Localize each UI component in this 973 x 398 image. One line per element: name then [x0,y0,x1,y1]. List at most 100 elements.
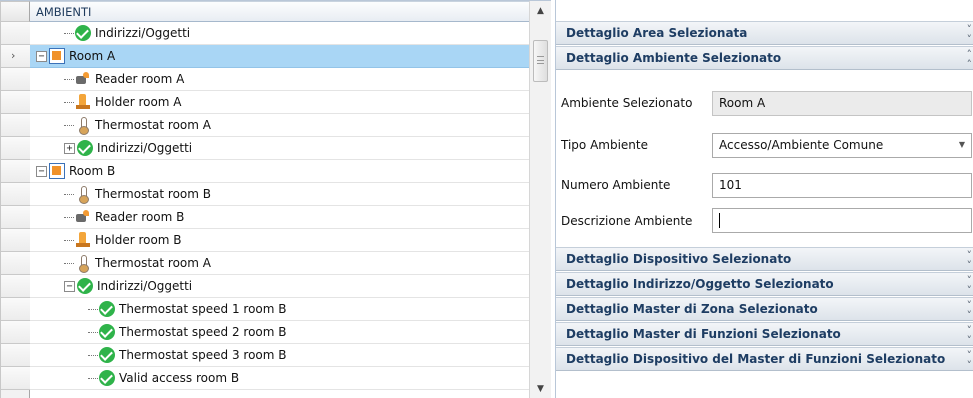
tree-node[interactable]: Thermostat speed 3 room B [88,344,287,366]
tree-row[interactable]: Reader room A [30,68,529,91]
tree-node[interactable]: − Room B [36,160,115,182]
tree-row[interactable]: − Room B [30,160,529,183]
tree-connector [64,78,74,80]
tree-row[interactable]: Holder room B [30,229,529,252]
column-header-ambienti[interactable]: AMBIENTI [30,1,529,22]
tree-node[interactable]: Thermostat room A [64,252,211,274]
tree-row[interactable]: Holder room A [30,91,529,114]
row-header-cell[interactable] [1,367,30,390]
check-icon [99,347,115,363]
chevron-double-down-icon[interactable]: ˅ ˅ [967,275,972,296]
tree-connector [64,32,74,34]
row-header-cell[interactable] [1,114,30,137]
row-header-cell[interactable] [1,252,30,275]
tree-node[interactable]: Holder room B [64,229,182,251]
tree-row[interactable]: Thermostat speed 1 room B [30,298,529,321]
expand-node-icon[interactable]: + [64,142,75,154]
tree-node-label: Reader room A [95,72,185,86]
tree-node[interactable]: Thermostat speed 2 room B [88,321,287,343]
row-header-cell[interactable] [1,22,30,45]
row-header-cell[interactable] [1,91,30,114]
tipo-ambiente-value: Accesso/Ambiente Comune [719,138,884,152]
tree-connector [88,308,98,310]
room-icon [49,48,65,64]
column-header-label: AMBIENTI [36,5,92,19]
tree-row[interactable]: Thermostat room A [30,114,529,137]
tree-connector [64,216,74,218]
chevron-double-down-icon[interactable]: ˅ ˅ [967,350,972,371]
check-icon [99,370,115,386]
ambiente-selezionato-label: Ambiente Selezionato [561,96,693,110]
row-header-cell[interactable] [1,137,30,160]
tree-row[interactable]: + Indirizzi/Oggetti [30,137,529,160]
collapse-node-icon[interactable]: − [64,280,75,292]
tree-node-label: Thermostat speed 1 room B [119,302,287,316]
tree-vertical-scrollbar[interactable]: ▲ ▼ [529,1,551,398]
collapse-node-icon[interactable]: − [36,165,47,177]
tree-node[interactable]: − Indirizzi/Oggetti [64,275,192,297]
tree-node[interactable]: + Indirizzi/Oggetti [64,137,192,159]
holder-icon [75,232,91,248]
row-header-cell[interactable] [1,298,30,321]
row-header-cell[interactable] [1,229,30,252]
tree-node[interactable]: Reader room A [64,68,184,90]
scroll-up-arrow-icon[interactable]: ▲ [530,1,551,21]
tree-node-label: Thermostat speed 3 room B [119,348,287,362]
tree-node[interactable]: Reader room B [64,206,184,228]
chevron-double-down-icon[interactable]: ˅ ˅ [967,300,972,321]
section-ambiente-header[interactable]: Dettaglio Ambiente Selezionato ˄ ˄ [556,46,973,70]
tree-node-label: Room A [69,49,116,63]
collapsed-section-header[interactable]: Dettaglio Dispositivo del Master di Funz… [556,347,973,371]
check-icon [77,278,93,294]
grid-corner-cell [0,1,30,22]
row-header-cell[interactable] [1,160,30,183]
row-header-cell[interactable] [1,68,30,91]
descrizione-ambiente-label: Descrizione Ambiente [561,214,693,228]
tree-node[interactable]: Holder room A [64,91,182,113]
tree-row[interactable]: Thermostat speed 3 room B [30,344,529,367]
collapsed-section-header[interactable]: Dettaglio Master di Zona Selezionato ˅ ˅ [556,297,973,321]
tree-row[interactable]: Thermostat speed 2 room B [30,321,529,344]
section-area-title: Dettaglio Area Selezionata [566,26,748,40]
descrizione-ambiente-input[interactable] [712,208,972,233]
tree-row[interactable]: Indirizzi/Oggetti [30,22,529,45]
tree-node[interactable]: Valid access room B [88,367,239,389]
chevron-double-down-icon[interactable]: ˅ ˅ [967,325,972,346]
tree-node-label: Thermostat room A [95,118,211,132]
collapsed-section-header[interactable]: Dettaglio Indirizzo/Oggetto Selezionato ˅… [556,272,973,296]
tree-node[interactable]: Indirizzi/Oggetti [64,22,190,44]
dropdown-arrow-icon[interactable]: ▼ [959,140,965,149]
tree-row[interactable]: Valid access room B [30,367,529,390]
numero-ambiente-label: Numero Ambiente [561,178,671,192]
collapsed-section-header[interactable]: Dettaglio Master di Funzioni Selezionato… [556,322,973,346]
tree-connector [64,239,74,241]
tree-row[interactable]: Thermostat room A [30,252,529,275]
text-caret [719,213,720,228]
row-header-cell[interactable] [1,321,30,344]
numero-ambiente-input[interactable]: 101 [712,173,972,198]
collapse-node-icon[interactable]: − [36,50,47,62]
row-header-cell[interactable] [1,183,30,206]
row-header-cell[interactable] [1,275,30,298]
row-header-cell[interactable] [1,344,30,367]
tree-node[interactable]: Thermostat speed 1 room B [88,298,287,320]
tree-row[interactable]: Thermostat room B [30,183,529,206]
collapsed-section-header[interactable]: Dettaglio Dispositivo Selezionato ˅ ˅ [556,247,973,271]
row-header-cell[interactable]: › [1,45,30,68]
tipo-ambiente-select[interactable]: Accesso/Ambiente Comune ▼ [712,133,972,158]
tree-row[interactable]: Reader room B [30,206,529,229]
chevron-double-down-icon[interactable]: ˅ ˅ [967,250,972,271]
scroll-down-arrow-icon[interactable]: ▼ [530,379,551,398]
check-icon [99,324,115,340]
scrollbar-thumb[interactable] [533,40,548,82]
tree-node[interactable]: Thermostat room A [64,114,211,136]
tree-row[interactable]: − Room A [30,45,529,68]
tree-connector [64,193,74,195]
chevron-double-up-icon[interactable]: ˄ ˄ [967,49,972,70]
tree-row[interactable]: − Indirizzi/Oggetti [30,275,529,298]
chevron-double-down-icon[interactable]: ˅ ˅ [967,24,972,45]
tree-node[interactable]: Thermostat room B [64,183,211,205]
section-area-header[interactable]: Dettaglio Area Selezionata ˅ ˅ [556,21,973,45]
row-header-cell[interactable] [1,206,30,229]
tree-node[interactable]: − Room A [36,45,115,67]
